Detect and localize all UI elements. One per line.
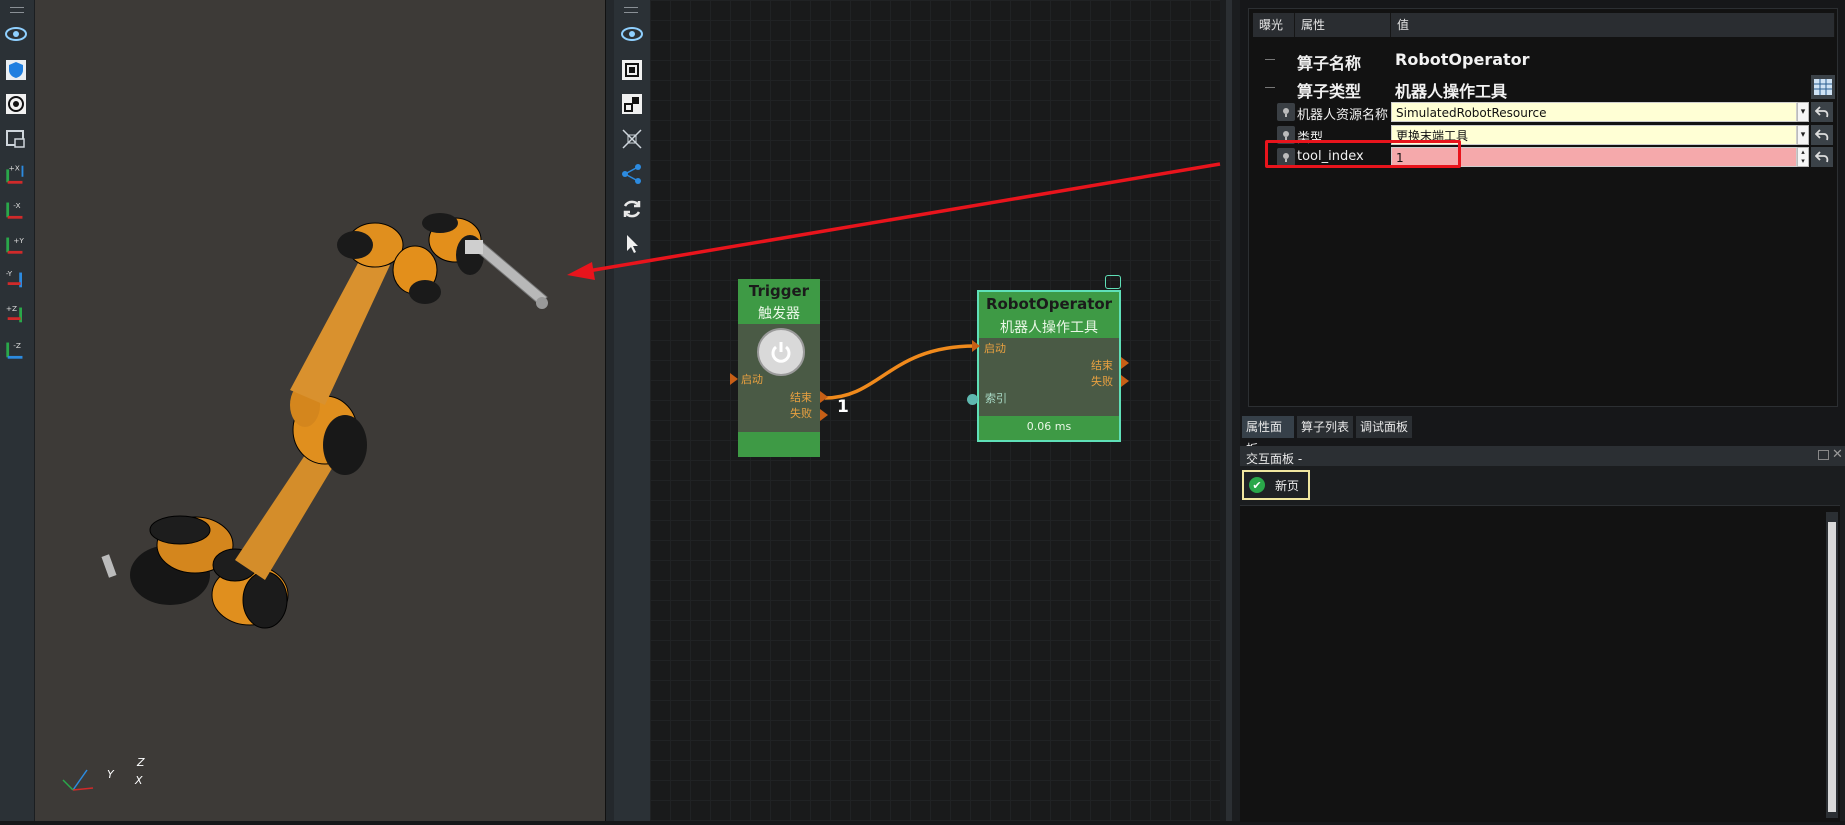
scatter-nodes-icon[interactable]: [620, 127, 644, 151]
power-icon[interactable]: [757, 328, 805, 376]
robot-input-start-port[interactable]: [972, 340, 980, 352]
row-tool-index: tool_index 1 ▴ ▾: [1249, 140, 1837, 168]
svg-text:-X: -X: [13, 201, 20, 210]
node-subtitle: 机器人操作工具: [1000, 320, 1098, 336]
svg-text:+X: +X: [9, 163, 20, 172]
port-label-fail: 失败: [790, 407, 812, 420]
trigger-output-fail-port[interactable]: [820, 409, 828, 421]
scrollbar[interactable]: [1826, 512, 1838, 818]
connection-wire: [824, 344, 976, 400]
port-label-start: 启动: [741, 373, 763, 386]
toolbar-grip[interactable]: [624, 7, 638, 13]
refresh-icon[interactable]: [620, 197, 644, 221]
node-graph-canvas[interactable]: 1 Trigger 触发器 启动 结束 失败 RobotOperator 机器人…: [650, 0, 1220, 821]
interaction-content: [1240, 505, 1840, 822]
graph-toolbar: [614, 0, 650, 821]
chevron-down-icon[interactable]: ▾: [1797, 102, 1809, 122]
port-label-end: 结束: [790, 391, 812, 404]
row-label: 机器人资源名称: [1297, 108, 1389, 123]
reset-icon[interactable]: [1811, 102, 1833, 122]
view-plus-z-icon[interactable]: +Z: [4, 302, 28, 326]
row-label: 算子类型: [1297, 82, 1362, 101]
port-label-fail: 失败: [1091, 375, 1113, 388]
robot-resource-select[interactable]: SimulatedRobotResource: [1391, 102, 1797, 122]
header-value[interactable]: 值: [1391, 13, 1835, 37]
interaction-panel-title: 交互面板 -: [1246, 452, 1303, 466]
lightbulb-icon[interactable]: [1277, 103, 1295, 121]
axis-label-y: Y: [107, 768, 114, 781]
row-robot-resource: 机器人资源名称 SimulatedRobotResource ▾: [1249, 101, 1837, 123]
new-page-tab[interactable]: ✔ 新页: [1242, 470, 1310, 500]
view-minus-z-icon[interactable]: -Z: [4, 337, 28, 361]
connection-label: 1: [837, 397, 849, 417]
table-icon[interactable]: [1811, 75, 1835, 99]
interaction-panel-titlebar: [1240, 446, 1845, 466]
node-subtitle: 触发器: [758, 306, 800, 322]
graph-splitter[interactable]: [1220, 0, 1240, 821]
viewport-toolbar: +X -X +Y -Y +Z -Z: [0, 0, 35, 821]
eye-icon[interactable]: [620, 22, 644, 46]
highlight-box: [1265, 140, 1461, 168]
property-panel: 曝光 属性 值 算子名称 RobotOperator 算子类型 机器人操作工具 …: [1248, 8, 1838, 407]
float-icon[interactable]: [1818, 450, 1829, 460]
trigger-output-end-port[interactable]: [820, 391, 828, 403]
tab-debug[interactable]: 调试面板: [1356, 416, 1412, 438]
scrollbar-thumb[interactable]: [1828, 522, 1836, 812]
node-timing: 0.06 ms: [1026, 420, 1072, 433]
row-label: 算子名称: [1297, 54, 1362, 73]
robot-arm-model: [62, 213, 548, 791]
view-plus-y-icon[interactable]: +Y: [4, 232, 28, 256]
view-minus-y-icon[interactable]: -Y: [4, 267, 28, 291]
target-icon[interactable]: [4, 92, 28, 116]
robot-output-end-port[interactable]: [1121, 357, 1129, 369]
connections-icon[interactable]: [620, 162, 644, 186]
spin-arrows-icon[interactable]: ▴ ▾: [1797, 147, 1809, 167]
row-operator-type: 算子类型 机器人操作工具: [1249, 73, 1837, 101]
node-note-icon[interactable]: [1105, 275, 1121, 289]
port-label-start: 启动: [984, 342, 1006, 355]
check-icon: ✔: [1249, 477, 1265, 493]
port-label-index: 索引: [985, 392, 1007, 405]
chevron-down-icon[interactable]: ▾: [1797, 125, 1809, 145]
robot-output-fail-port[interactable]: [1121, 375, 1129, 387]
trigger-input-port[interactable]: [730, 373, 738, 385]
tab-operator-list[interactable]: 算子列表: [1297, 416, 1353, 438]
svg-text:-Y: -Y: [6, 269, 13, 278]
port-label-end: 结束: [1091, 359, 1113, 372]
tab-properties[interactable]: 属性面板: [1242, 416, 1294, 456]
view-plus-x-icon[interactable]: +X: [4, 162, 28, 186]
robot-operator-node[interactable]: RobotOperator 机器人操作工具 启动 结束 失败 索引 0.06 m…: [977, 290, 1121, 442]
layout-icon[interactable]: [620, 92, 644, 116]
svg-text:+Z: +Z: [6, 304, 17, 313]
new-page-label: 新页: [1275, 478, 1300, 493]
axis-label-z: Z: [137, 756, 145, 769]
toolbar-grip[interactable]: [10, 7, 24, 13]
header-property[interactable]: 属性: [1295, 13, 1391, 37]
node-title: RobotOperator: [985, 295, 1113, 313]
svg-text:-Z: -Z: [13, 341, 21, 350]
close-icon[interactable]: ✕: [1832, 447, 1843, 462]
3d-viewport[interactable]: Y Z X: [35, 0, 605, 821]
node-body-area: 启动 结束 失败: [738, 324, 820, 432]
axis-label-x: X: [135, 774, 143, 787]
row-value: RobotOperator: [1395, 50, 1530, 69]
row-value: 机器人操作工具: [1395, 82, 1508, 101]
robot-index-port[interactable]: [967, 394, 978, 405]
eye-icon[interactable]: [4, 22, 28, 46]
pointer-icon[interactable]: [620, 232, 644, 256]
camera-icon[interactable]: [4, 127, 28, 151]
view-minus-x-icon[interactable]: -X: [4, 197, 28, 221]
node-title: Trigger: [748, 282, 810, 300]
shield-icon[interactable]: [4, 58, 28, 82]
reset-icon[interactable]: [1811, 147, 1833, 167]
reset-icon[interactable]: [1811, 125, 1833, 145]
svg-text:+Y: +Y: [13, 236, 24, 245]
row-operator-name: 算子名称 RobotOperator: [1249, 45, 1837, 73]
trigger-node[interactable]: Trigger 触发器 启动 结束 失败: [738, 279, 820, 457]
header-expose[interactable]: 曝光: [1253, 13, 1295, 37]
fit-view-icon[interactable]: [620, 58, 644, 82]
node-body-area: 启动 结束 失败 索引: [979, 338, 1119, 416]
